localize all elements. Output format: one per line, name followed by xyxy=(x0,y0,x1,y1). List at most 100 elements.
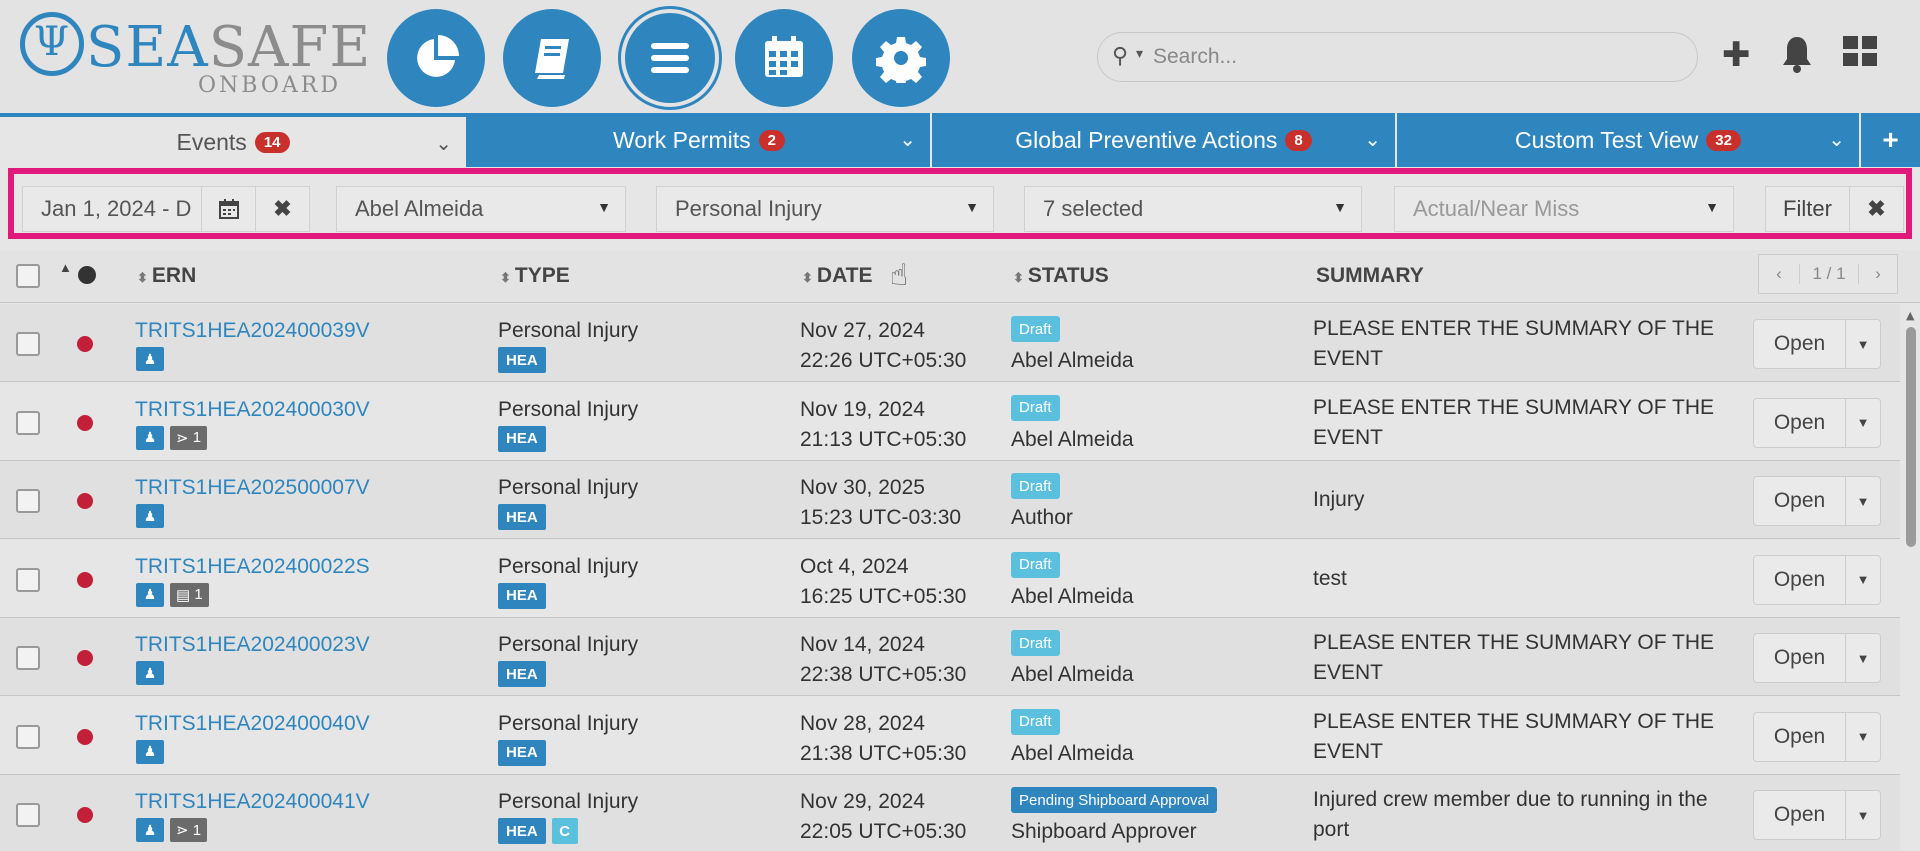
scrollbar[interactable]: ▲ xyxy=(1902,305,1920,851)
search-input[interactable] xyxy=(1153,41,1673,73)
ern-tags: ♟ ▤ 1 xyxy=(136,582,209,607)
sort-icon: ⬍ xyxy=(500,270,511,285)
settings-button[interactable] xyxy=(852,9,950,107)
list-menu-button[interactable] xyxy=(621,9,719,107)
dashboard-button[interactable] xyxy=(387,9,485,107)
table-row[interactable]: TRITS1HEA202400022S ♟ ▤ 1 Personal Injury HE… xyxy=(0,539,1900,618)
scroll-thumb[interactable] xyxy=(1906,327,1916,547)
ern-link[interactable]: TRITS1HEA202400023V xyxy=(135,633,370,657)
search-icon: ⚲ xyxy=(1112,44,1129,69)
clear-date-button[interactable]: ✖ xyxy=(255,186,310,232)
table-row[interactable]: TRITS1HEA202400039V ♟ Personal Injury HEA No… xyxy=(0,304,1900,382)
search-box[interactable]: ⚲ ▾ xyxy=(1097,32,1698,82)
person-icon: ♟ xyxy=(136,818,164,842)
open-button[interactable]: Open xyxy=(1753,554,1846,605)
tab-work-permits[interactable]: Work Permits 2 ⌄ xyxy=(468,113,930,167)
event-date: Nov 29, 2024 xyxy=(800,790,925,813)
next-page-icon[interactable]: › xyxy=(1859,264,1897,284)
table-row[interactable]: TRITS1HEA202400040V ♟ Personal Injury HEA No… xyxy=(0,696,1900,775)
list-icon[interactable]: ▤ 1 xyxy=(170,582,209,607)
status-multiselect[interactable]: 7 selected ▼ xyxy=(1024,186,1362,232)
column-type[interactable]: ⬍ TYPE xyxy=(500,264,570,288)
row-checkbox[interactable] xyxy=(16,332,40,356)
caret-down-icon[interactable]: ▼ xyxy=(1845,711,1881,762)
c-tag: C xyxy=(551,818,578,844)
priority-dot-icon xyxy=(77,571,93,588)
priority-sort-dot-icon[interactable] xyxy=(78,266,96,284)
event-type: Personal Injury xyxy=(498,554,639,578)
open-button[interactable]: Open xyxy=(1753,397,1846,448)
event-time: 15:23 UTC-03:30 xyxy=(800,506,962,529)
filter-button[interactable]: Filter xyxy=(1765,186,1850,232)
caret-down-icon: ▼ xyxy=(1333,199,1347,215)
seasafe-logo[interactable]: Ψ SEASAFE ONBOARD xyxy=(20,12,370,98)
event-type: Personal Injury xyxy=(498,319,639,342)
person-select[interactable]: Abel Almeida ▼ xyxy=(336,186,626,232)
person-icon: ♟ xyxy=(136,425,164,450)
tab-global-preventive-actions[interactable]: Global Preventive Actions 8 ⌄ xyxy=(932,113,1395,167)
grid-icon[interactable] xyxy=(1843,35,1877,75)
chevron-down-icon[interactable]: ⌄ xyxy=(1828,127,1845,152)
tag-count: 1 xyxy=(192,429,202,446)
row-checkbox[interactable] xyxy=(16,803,40,827)
column-date[interactable]: ⬍ DATE xyxy=(802,264,873,288)
table-row[interactable]: TRITS1HEA202500007V ♟ Personal Injury HEA No… xyxy=(0,461,1900,539)
hea-tag: HEA xyxy=(498,818,546,844)
scroll-up-icon[interactable]: ▲ xyxy=(1906,309,1914,322)
book-button[interactable] xyxy=(503,9,601,107)
column-label: STATUS xyxy=(1027,264,1109,287)
row-checkbox[interactable] xyxy=(16,567,40,592)
caret-down-icon[interactable]: ▼ xyxy=(1845,476,1881,526)
open-button[interactable]: Open xyxy=(1753,476,1846,526)
open-button[interactable]: Open xyxy=(1753,319,1846,369)
ern-link[interactable]: TRITS1HEA202400030V xyxy=(135,398,370,422)
calendar-picker-button[interactable] xyxy=(201,186,256,232)
open-button[interactable]: Open xyxy=(1753,790,1846,840)
chevron-down-icon[interactable]: ⌄ xyxy=(1364,127,1381,152)
table-row[interactable]: TRITS1HEA202400041V ♟ ⋗ 1 Personal Injury HE… xyxy=(0,775,1900,851)
ern-link[interactable]: TRITS1HEA202400022S xyxy=(135,555,370,579)
actual-near-miss-select[interactable]: Actual/Near Miss ▼ xyxy=(1394,186,1734,232)
prev-page-icon[interactable]: ‹ xyxy=(1759,264,1799,284)
tab-events[interactable]: Events 14 ⌄ xyxy=(0,113,466,167)
chevron-down-icon[interactable]: ▾ xyxy=(1136,46,1143,62)
column-status[interactable]: ⬍ STATUS xyxy=(1013,264,1109,288)
open-button[interactable]: Open xyxy=(1753,711,1846,762)
event-type: Personal Injury xyxy=(498,476,639,499)
add-tab-button[interactable]: + xyxy=(1861,113,1920,167)
ern-link[interactable]: TRITS1HEA202400039V xyxy=(135,319,370,343)
plus-icon[interactable]: ✚ xyxy=(1722,35,1751,75)
row-checkbox[interactable] xyxy=(16,646,40,670)
caret-down-icon[interactable]: ▼ xyxy=(1845,633,1881,683)
row-checkbox[interactable] xyxy=(16,724,40,749)
sort-up-icon[interactable]: ▲ xyxy=(59,260,72,275)
bell-icon[interactable] xyxy=(1780,35,1814,82)
table-row[interactable]: TRITS1HEA202400030V ♟ ⋗ 1 Personal Injury HE… xyxy=(0,382,1900,461)
date-range-input[interactable]: Jan 1, 2024 - D xyxy=(22,186,202,232)
close-icon: ✖ xyxy=(1867,196,1886,221)
calendar-button[interactable] xyxy=(735,9,833,107)
hea-tag: HEA xyxy=(498,504,546,530)
column-ern[interactable]: ⬍ ERN xyxy=(137,264,196,288)
tab-custom-test-view[interactable]: Custom Test View 32 ⌄ xyxy=(1397,113,1859,167)
chevron-down-icon[interactable]: ⌄ xyxy=(435,131,452,156)
event-type-select[interactable]: Personal Injury ▼ xyxy=(656,186,994,232)
caret-down-icon[interactable]: ▼ xyxy=(1845,554,1881,605)
ern-link[interactable]: TRITS1HEA202400041V xyxy=(135,790,370,814)
caret-down-icon[interactable]: ▼ xyxy=(1845,319,1881,369)
share-icon[interactable]: ⋗ 1 xyxy=(170,425,208,450)
clear-filters-button[interactable]: ✖ xyxy=(1849,186,1904,232)
type-tags: HEA xyxy=(498,347,546,373)
ern-link[interactable]: TRITS1HEA202400040V xyxy=(135,712,370,736)
ern-link[interactable]: TRITS1HEA202500007V xyxy=(135,476,370,500)
row-checkbox[interactable] xyxy=(16,489,40,513)
caret-down-icon[interactable]: ▼ xyxy=(1845,790,1881,840)
date-range-value: Jan 1, 2024 - D xyxy=(41,196,192,221)
chevron-down-icon[interactable]: ⌄ xyxy=(899,127,916,152)
share-icon[interactable]: ⋗ 1 xyxy=(170,818,208,842)
row-checkbox[interactable] xyxy=(16,410,40,435)
caret-down-icon[interactable]: ▼ xyxy=(1845,397,1881,448)
select-all-checkbox[interactable] xyxy=(16,264,40,288)
open-button[interactable]: Open xyxy=(1753,633,1846,683)
table-row[interactable]: TRITS1HEA202400023V ♟ Personal Injury HEA No… xyxy=(0,618,1900,696)
